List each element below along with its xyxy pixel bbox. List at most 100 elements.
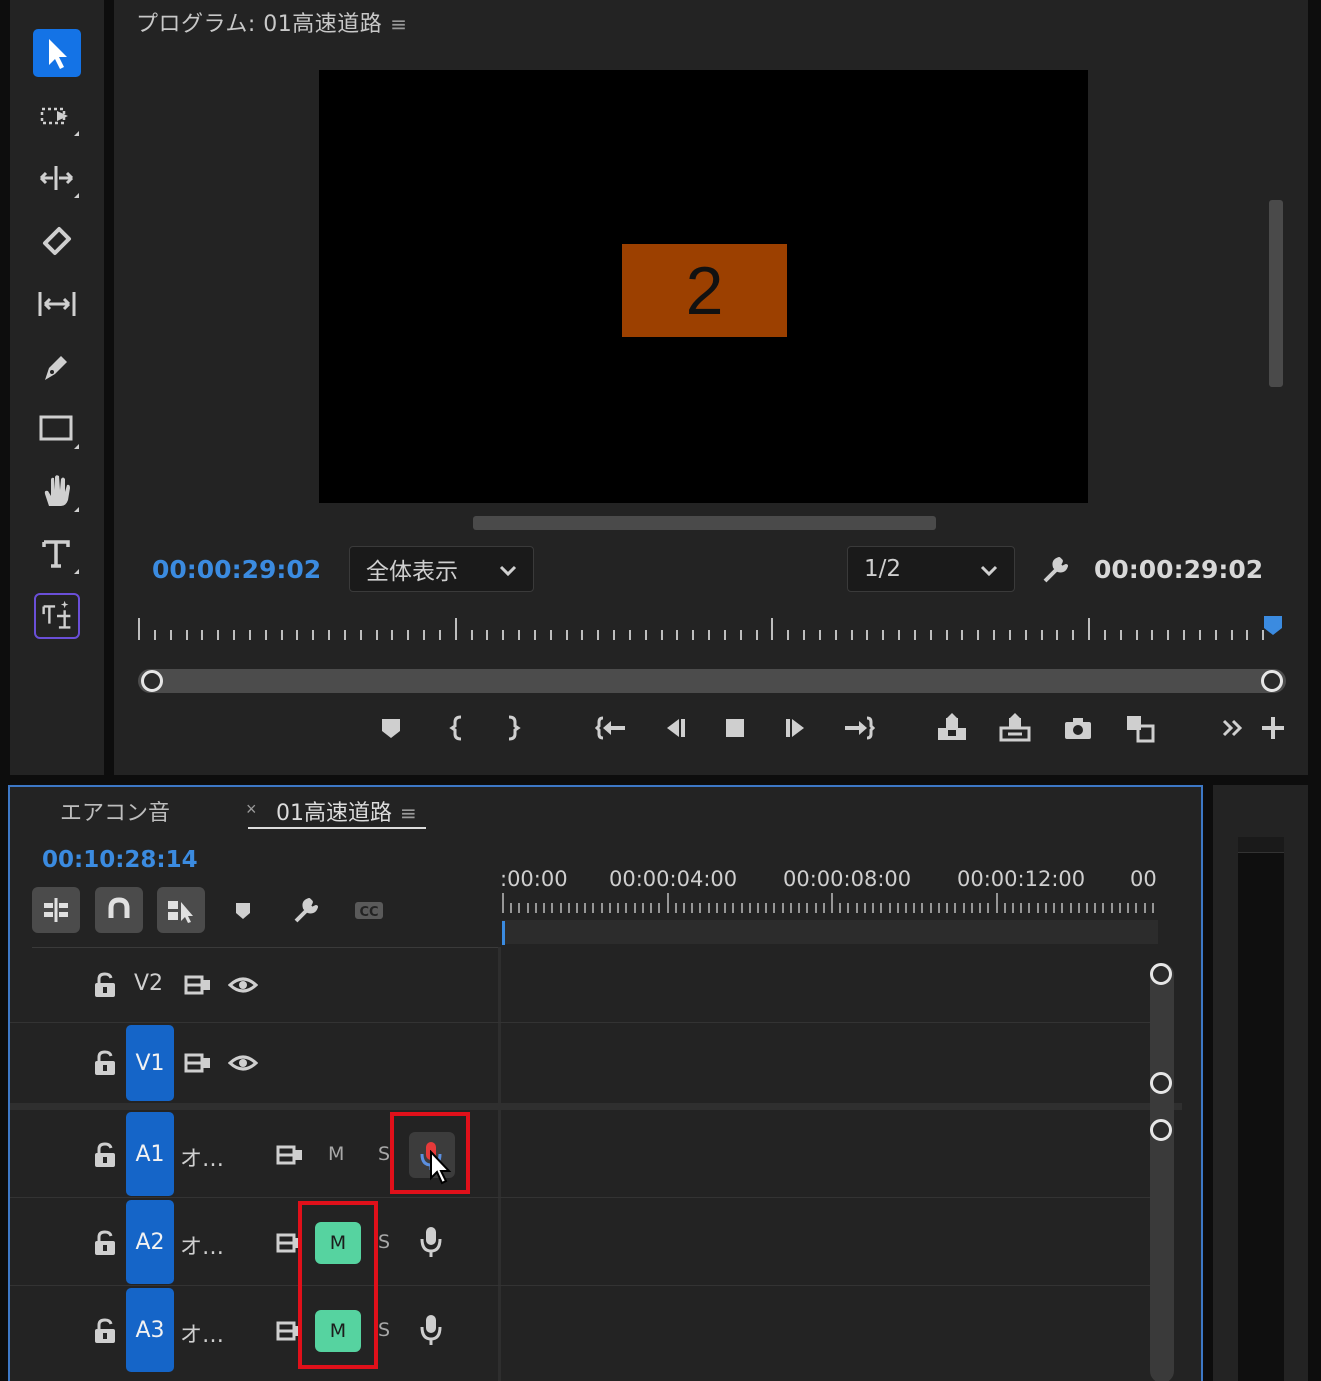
snap-button[interactable]: [95, 887, 143, 933]
playback-resolution-dropdown[interactable]: 1/2: [847, 546, 1015, 592]
sync-lock-icon[interactable]: [184, 973, 212, 997]
unlock-icon[interactable]: [92, 971, 118, 999]
track-target-a2[interactable]: A2: [126, 1200, 174, 1284]
tab-label: 01高速道路: [276, 801, 392, 826]
chevron-down-icon: [499, 565, 517, 577]
unlock-icon[interactable]: [92, 1049, 118, 1077]
tab-sequence-aircon[interactable]: エアコン音: [60, 795, 170, 827]
go-to-in-button[interactable]: [591, 706, 631, 750]
zoom-scroll-bar[interactable]: [138, 669, 1286, 693]
mark-in-button[interactable]: [437, 706, 477, 750]
camera-icon: [1065, 718, 1091, 739]
pen-tool[interactable]: [32, 341, 82, 391]
track-select-tool[interactable]: [32, 91, 82, 141]
hand-tool[interactable]: [32, 467, 82, 517]
audio-track-name: オ…: [180, 1235, 225, 1260]
timeline-ruler[interactable]: [502, 891, 1160, 917]
panel-menu-icon[interactable]: ≡: [400, 801, 417, 825]
zoom-level-dropdown[interactable]: 全体表示: [349, 546, 534, 592]
solo-button[interactable]: S: [378, 1319, 390, 1341]
track-target-v1[interactable]: V1: [126, 1025, 174, 1101]
vertical-scrollbar[interactable]: [1269, 200, 1283, 387]
unlock-icon[interactable]: [92, 1317, 118, 1345]
video-zoom-handle-bottom[interactable]: [1150, 1072, 1172, 1094]
vertical-zoom-bar[interactable]: [1150, 963, 1174, 1381]
stop-button[interactable]: [715, 706, 755, 750]
horizontal-scrollbar[interactable]: [473, 516, 936, 530]
more-controls-button[interactable]: [1213, 706, 1253, 750]
work-area-bar[interactable]: [502, 920, 1158, 944]
video-audio-separator[interactable]: [10, 1103, 1182, 1110]
captions-button[interactable]: CC: [345, 887, 393, 933]
zoom-handle-left[interactable]: [141, 670, 163, 692]
ripple-edit-tool[interactable]: [32, 153, 82, 203]
close-tab-icon[interactable]: ×: [246, 799, 257, 820]
playhead-marker-icon[interactable]: [1262, 614, 1284, 636]
track-v2[interactable]: V2: [10, 947, 1150, 1023]
wrench-icon: [294, 898, 318, 923]
eye-icon[interactable]: [228, 973, 258, 997]
track-a1[interactable]: A1 オ… M S: [10, 1110, 1150, 1198]
nest-icon: [44, 898, 68, 922]
ruler-label: 00: [1130, 867, 1157, 891]
track-label: V2: [134, 971, 164, 996]
step-back-button[interactable]: [655, 706, 695, 750]
playhead-timecode[interactable]: 00:00:29:02: [152, 555, 321, 584]
sync-lock-icon[interactable]: [276, 1143, 304, 1167]
track-target-a1[interactable]: A1: [126, 1112, 174, 1196]
button-editor-button[interactable]: [1253, 706, 1293, 750]
extract-button[interactable]: [995, 706, 1035, 750]
timeline-playhead[interactable]: [502, 921, 505, 945]
tab-sequence-highway[interactable]: 01高速道路 ≡: [276, 795, 417, 827]
ripple-edit-icon: [39, 166, 74, 190]
step-forward-button[interactable]: [776, 706, 816, 750]
microphone-icon[interactable]: [418, 1312, 444, 1348]
slip-tool[interactable]: [32, 279, 82, 329]
solo-button[interactable]: S: [378, 1231, 390, 1253]
timeline-timecode[interactable]: 00:10:28:14: [42, 847, 198, 873]
timeline-settings-button[interactable]: [282, 887, 330, 933]
resolution-value: 1/2: [864, 556, 902, 582]
video-frame[interactable]: 2: [319, 70, 1088, 503]
linked-selection-icon: [168, 901, 193, 923]
panel-menu-icon[interactable]: ≡: [390, 12, 407, 36]
type-tool[interactable]: [32, 529, 82, 579]
track-v1[interactable]: V1: [10, 1023, 1150, 1103]
insert-sequence-nested-button[interactable]: [32, 887, 80, 933]
zoom-handle-right[interactable]: [1261, 670, 1283, 692]
mark-out-button[interactable]: [493, 706, 533, 750]
wrench-icon[interactable]: [1039, 553, 1073, 587]
add-marker-button[interactable]: [219, 887, 267, 933]
video-zoom-handle-top[interactable]: [1150, 963, 1172, 985]
ruler-label: 00:00:04:00: [609, 867, 738, 891]
sync-lock-icon[interactable]: [184, 1051, 212, 1075]
unlock-icon[interactable]: [92, 1141, 118, 1169]
generative-extend-tool[interactable]: [34, 593, 80, 639]
marker-icon: [382, 719, 400, 738]
audio-zoom-handle-top[interactable]: [1150, 1119, 1172, 1141]
linked-selection-button[interactable]: [157, 887, 205, 933]
eye-icon[interactable]: [228, 1051, 258, 1075]
frame-number-card: 2: [622, 244, 787, 337]
timeline-panel: エアコン音 × 01高速道路 ≡ 00:10:28:14 CC :00:00 00…: [8, 785, 1203, 1381]
track-target-a3[interactable]: A3: [126, 1288, 174, 1372]
go-to-out-button[interactable]: [839, 706, 879, 750]
track-a2[interactable]: A2 オ… M S: [10, 1198, 1150, 1286]
time-ruler[interactable]: [138, 616, 1278, 642]
comparison-view-button[interactable]: [1120, 706, 1160, 750]
audio-track-name: オ…: [180, 1323, 225, 1348]
lift-icon: [938, 713, 966, 740]
mark-out-icon: [508, 715, 521, 741]
mute-button[interactable]: M: [328, 1143, 344, 1165]
razor-tool[interactable]: [32, 216, 82, 266]
add-marker-button[interactable]: [371, 706, 411, 750]
lift-button[interactable]: [932, 706, 972, 750]
track-a3[interactable]: A3 オ… M S: [10, 1286, 1150, 1374]
selection-tool[interactable]: [33, 29, 81, 77]
track-label: A1: [135, 1141, 165, 1167]
rectangle-tool[interactable]: [32, 404, 82, 454]
solo-button[interactable]: S: [378, 1143, 390, 1165]
microphone-icon[interactable]: [418, 1224, 444, 1260]
export-frame-button[interactable]: [1058, 706, 1098, 750]
unlock-icon[interactable]: [92, 1229, 118, 1257]
